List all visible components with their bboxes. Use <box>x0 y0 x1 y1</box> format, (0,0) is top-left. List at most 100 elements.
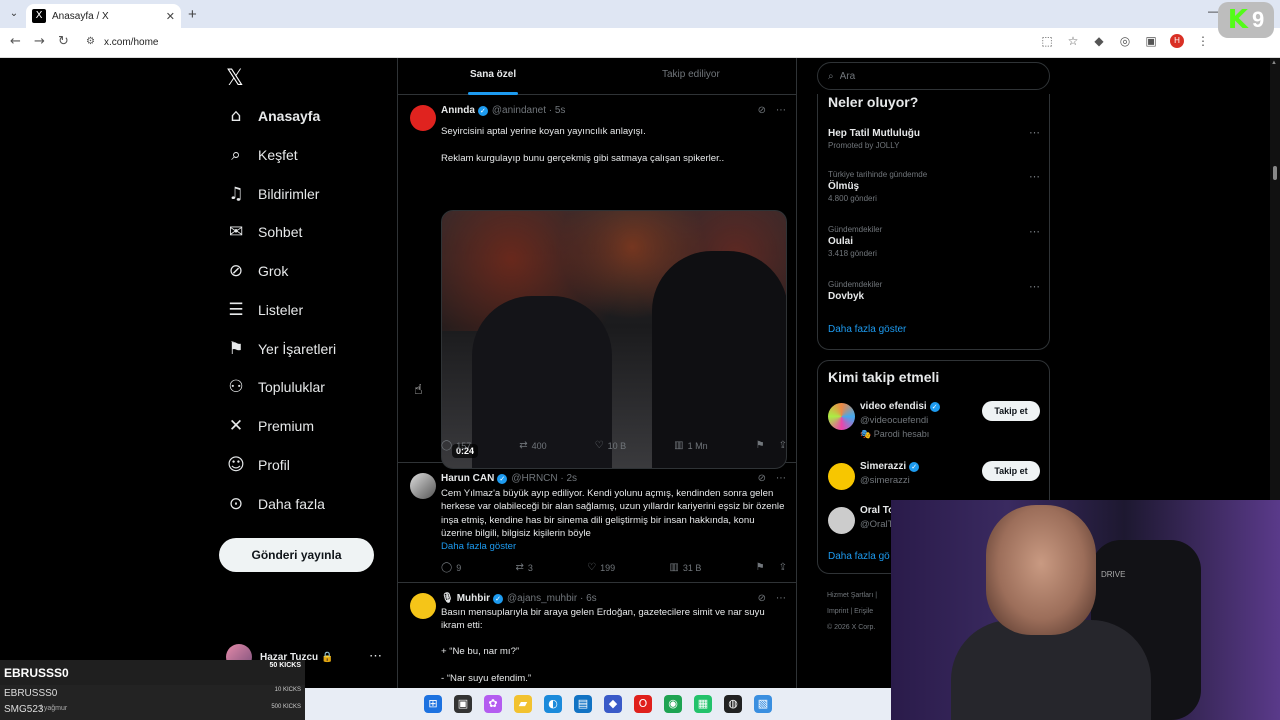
browser-menu-icon[interactable]: ⋮ <box>1196 34 1210 48</box>
post-author-handle[interactable]: @anindanet · 5s <box>492 105 566 116</box>
obs-icon[interactable]: ◍ <box>724 695 742 713</box>
grok-icon[interactable]: ⊘ <box>758 105 766 116</box>
footer-terms-link[interactable]: Hizmet Şartları | <box>827 588 877 604</box>
post-anindanet[interactable]: Anında ✓ @anindanet · 5s ⊘ ⋯ Seyircisini… <box>398 95 796 469</box>
more-dots-icon[interactable]: ⋯ <box>1029 126 1040 139</box>
suggestion-name[interactable]: video efendisi <box>860 401 927 412</box>
follow-suggestion[interactable]: Simerazzi ✓ @simerazzi Takip et <box>828 461 1040 501</box>
windows-start-icon[interactable]: ⊞ <box>424 695 442 713</box>
back-arrow-icon[interactable]: ← <box>10 34 21 49</box>
task-view-icon[interactable]: ▣ <box>454 695 472 713</box>
extension-globe-icon[interactable]: ◎ <box>1118 34 1132 48</box>
new-tab-button[interactable]: + <box>188 6 197 23</box>
scroll-up-arrow-icon[interactable]: ▲ <box>1271 60 1277 66</box>
views-button[interactable]: ▥ 31 B <box>669 562 701 573</box>
forward-arrow-icon[interactable]: → <box>34 34 45 49</box>
views-button[interactable]: ▥ 1 Mn <box>674 440 707 451</box>
suggestion-handle[interactable]: @videocuefendi <box>860 415 928 426</box>
tab-close-icon[interactable]: ✕ <box>166 10 175 23</box>
grok-icon[interactable]: ⊘ <box>758 473 766 484</box>
more-dots-icon[interactable]: ⋯ <box>776 593 786 604</box>
tab-for-you[interactable]: Sana özel <box>470 69 516 80</box>
store-icon[interactable]: ▤ <box>574 695 592 713</box>
nav-item-more-circle[interactable]: ⊙ Daha fazla <box>226 489 325 519</box>
file-explorer-icon[interactable]: ▰ <box>514 695 532 713</box>
like-button[interactable]: ♡ 10 B <box>595 440 626 451</box>
nav-item-communities[interactable]: ⚇ Topluluklar <box>226 372 325 402</box>
post-author-name[interactable]: Harun CAN <box>441 473 494 484</box>
opera-icon[interactable]: O <box>634 695 652 713</box>
more-dots-icon[interactable]: ⋯ <box>776 473 786 484</box>
post-button[interactable]: Gönderi yayınla <box>219 538 374 572</box>
like-button[interactable]: ♡ 199 <box>587 562 615 573</box>
nav-item-profile[interactable]: ☺ Profil <box>226 450 290 480</box>
url-field[interactable]: x.com/home <box>104 37 158 48</box>
site-info-icon[interactable]: ⚙ <box>86 36 95 47</box>
bookmark-button[interactable]: ⚑ ⇪ <box>756 562 787 573</box>
more-dots-icon[interactable]: ⋯ <box>776 105 786 116</box>
bookmark-button[interactable]: ⚑ ⇪ <box>756 440 787 451</box>
scroll-thumb[interactable] <box>1273 166 1277 180</box>
grok-icon[interactable]: ⊘ <box>758 593 766 604</box>
post-author-handle[interactable]: @ajans_muhbir · 6s <box>507 593 597 604</box>
avatar[interactable] <box>828 507 855 534</box>
reply-button[interactable]: ◯ 9 <box>441 562 461 573</box>
show-more-link[interactable]: Daha fazla göster <box>441 540 516 553</box>
extensions-puzzle-icon[interactable]: ▣ <box>1144 34 1158 48</box>
nav-item-bookmark[interactable]: ⚑ Yer İşaretleri <box>226 334 336 364</box>
nav-item-search[interactable]: ⌕ Keşfet <box>226 140 297 170</box>
repost-button[interactable]: ⇄ 3 <box>515 562 532 573</box>
trend-item[interactable]: Gündemdekiler Dovbyk ⋯ <box>828 280 1040 304</box>
tab-following[interactable]: Takip ediliyor <box>662 69 720 80</box>
search-input[interactable] <box>839 70 1020 82</box>
reply-button[interactable]: ◯ 157 <box>441 440 471 451</box>
post-author-name[interactable]: Anında <box>441 105 475 116</box>
more-dots-icon[interactable]: ⋯ <box>369 648 382 664</box>
avatar[interactable] <box>410 105 436 131</box>
trend-item[interactable]: Gündemdekiler Oulai 3.418 gönderi ⋯ <box>828 225 1040 258</box>
share-icon[interactable]: ⇪ <box>779 440 787 451</box>
photos-icon[interactable]: ▧ <box>754 695 772 713</box>
tab-search-icon[interactable]: ⌄ <box>6 6 22 22</box>
avatar[interactable] <box>410 593 436 619</box>
post-hrncn[interactable]: Harun CAN ✓ @HRNCN · 2s ⊘ ⋯ Cem Yılmaz'a… <box>398 463 796 583</box>
edge-icon[interactable]: ◐ <box>544 695 562 713</box>
profile-avatar[interactable]: H <box>1170 34 1184 48</box>
vpn-app-icon[interactable]: ◆ <box>604 695 622 713</box>
nav-item-x-premium[interactable]: ✕ Premium <box>226 411 314 441</box>
trend-item[interactable]: Hep Tatil Mutluluğu Promoted by JOLLY ⋯ <box>828 126 1040 150</box>
search-box[interactable]: ⌕ <box>817 62 1050 90</box>
avatar[interactable] <box>828 403 855 430</box>
repost-button[interactable]: ⇄ 400 <box>519 440 546 451</box>
more-dots-icon[interactable]: ⋯ <box>1029 280 1040 293</box>
app-icon[interactable]: ▦ <box>694 695 712 713</box>
nav-item-bell[interactable]: ♫ Bildirimler <box>226 179 319 209</box>
follow-show-more-link[interactable]: Daha fazla gö <box>828 551 890 562</box>
nav-item-home[interactable]: ⌂ Anasayfa <box>226 101 321 131</box>
trends-show-more-link[interactable]: Daha fazla göster <box>828 324 906 335</box>
browser-tab[interactable]: X Anasayfa / X ✕ <box>26 4 181 28</box>
suggestion-handle[interactable]: @OralT <box>860 519 893 530</box>
avatar[interactable] <box>410 473 436 499</box>
reload-icon[interactable]: ↻ <box>58 34 69 49</box>
star-bookmark-icon[interactable]: ☆ <box>1066 34 1080 48</box>
nav-item-grok[interactable]: ⊘ Grok <box>226 256 288 286</box>
more-dots-icon[interactable]: ⋯ <box>1029 170 1040 183</box>
copilot-icon[interactable]: ✿ <box>484 695 502 713</box>
chrome-icon[interactable]: ◉ <box>664 695 682 713</box>
nav-item-list[interactable]: ☰ Listeler <box>226 295 303 325</box>
footer-imprint-link[interactable]: Imprint | Erişile <box>827 604 877 620</box>
extension-shield-icon[interactable]: ◆ <box>1092 34 1106 48</box>
follow-button[interactable]: Takip et <box>982 461 1040 481</box>
avatar[interactable] <box>828 463 855 490</box>
share-icon[interactable]: ⇪ <box>779 562 787 573</box>
follow-suggestion[interactable]: video efendisi ✓ @videocuefendi 🎭 Parodi … <box>828 401 1040 441</box>
suggestion-name[interactable]: Simerazzi <box>860 461 906 472</box>
trend-item[interactable]: Türkiye tarihinde gündemde Ölmüş 4.800 gön… <box>828 170 1040 203</box>
x-logo-icon[interactable]: 𝕏 <box>226 66 244 91</box>
suggestion-handle[interactable]: @simerazzi <box>860 475 910 486</box>
suggestion-name[interactable]: Oral To <box>860 505 894 516</box>
more-dots-icon[interactable]: ⋯ <box>1029 225 1040 238</box>
post-author-handle[interactable]: @HRNCN · 2s <box>511 473 577 484</box>
follow-button[interactable]: Takip et <box>982 401 1040 421</box>
